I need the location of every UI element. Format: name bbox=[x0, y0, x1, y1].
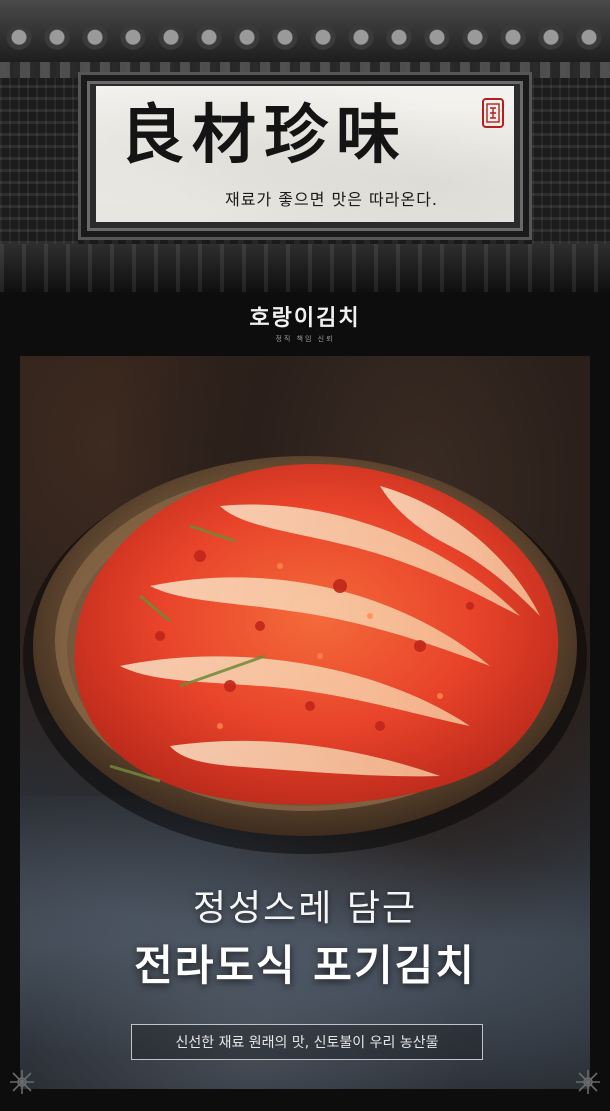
flower-ornament-icon bbox=[576, 1070, 600, 1094]
signboard-plaque: 良材珍味 재료가 좋으면 맛은 따라온다. bbox=[96, 86, 514, 222]
brand-logo-text: 호랑이김치 bbox=[249, 305, 361, 331]
caption-box: 신선한 재료 원래의 맛, 신토불이 우리 농산물 bbox=[131, 1024, 483, 1060]
roof-rafters bbox=[0, 0, 610, 62]
headline-line-2: 전라도식 포기김치 bbox=[134, 941, 476, 990]
kimchi-bowl-illustration bbox=[23, 456, 587, 854]
caption-text: 신선한 재료 원래의 맛, 신토불이 우리 농산물 bbox=[175, 1035, 439, 1051]
bottom-beam bbox=[0, 244, 610, 292]
flower-ornament-icon bbox=[10, 1070, 34, 1094]
headline-line-1: 정성스레 담근 bbox=[192, 888, 418, 929]
brand-tagline: 정직 책임 신뢰 bbox=[275, 335, 335, 343]
plaque-subtitle: 재료가 좋으면 맛은 따라온다. bbox=[225, 190, 438, 209]
plaque-title: 良材珍味 bbox=[120, 98, 408, 173]
seal-icon bbox=[482, 98, 504, 128]
kimchi-photo-panel: 정성스레 담근 전라도식 포기김치 신선한 재료 원래의 맛, 신토불이 우리 … bbox=[20, 356, 590, 1089]
brand-block: 호랑이김치 정직 책임 신뢰 bbox=[0, 300, 610, 344]
